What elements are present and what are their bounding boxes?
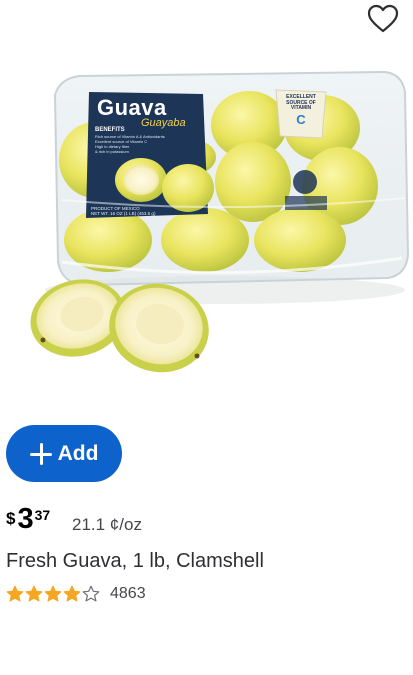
review-count: 4863 (110, 585, 146, 602)
add-to-cart-button[interactable]: Add (6, 425, 122, 482)
product-card[interactable]: Guava Guayaba BENEFITS Rich source of Vi… (0, 0, 413, 675)
package-weight-line: NET WT. 16 OZ (1 LB) (453.6 g) (91, 211, 156, 216)
star-filled-icon (25, 585, 43, 602)
star-rating (6, 585, 100, 603)
package-benefit-line: & rich in potassium (95, 149, 129, 154)
product-title[interactable]: Fresh Guava, 1 lb, Clamshell (6, 550, 264, 573)
price-cents: 37 (34, 507, 51, 523)
star-filled-icon (6, 585, 24, 602)
heart-outline-icon (367, 4, 399, 33)
rating[interactable]: 4863 (6, 585, 146, 603)
unit-price: 21.1 ¢/oz (72, 515, 142, 534)
product-image[interactable]: Guava Guayaba BENEFITS Rich source of Vi… (0, 0, 413, 405)
package-benefits-heading: BENEFITS (95, 127, 125, 133)
price-currency: $ (6, 509, 16, 528)
favorite-button[interactable] (367, 4, 405, 42)
add-button-label: Add (57, 441, 99, 465)
star-filled-icon (44, 585, 62, 602)
badge-letter: C (296, 111, 306, 127)
plus-icon (29, 442, 52, 465)
guava-clamshell-image (30, 70, 410, 373)
package-subtitle: Guayaba (141, 117, 186, 129)
price-dollars: 3 (17, 503, 34, 535)
package-origin: PRODUCT OF MEXICO NET WT. 16 OZ (1 LB) (… (91, 206, 155, 216)
star-empty-icon (82, 585, 100, 602)
price: $ 3 37 (6, 504, 50, 538)
package-label: Guava Guayaba BENEFITS Rich source of Vi… (87, 93, 197, 223)
vitamin-c-badge: EXCELLENT SOURCE OF VITAMIN C (279, 94, 323, 135)
star-filled-icon (63, 585, 81, 602)
